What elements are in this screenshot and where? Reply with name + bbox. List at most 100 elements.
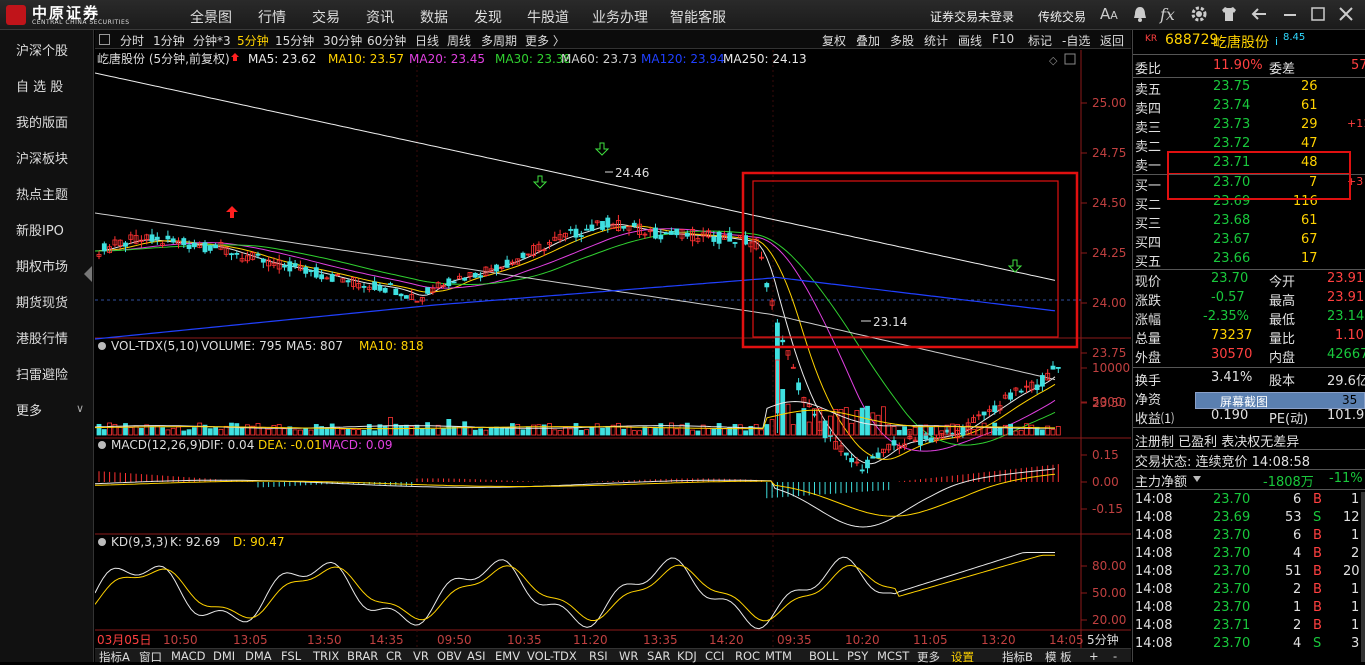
toolbar-button[interactable]: 返回 — [1100, 32, 1124, 49]
formula-icon[interactable]: fx — [1160, 5, 1175, 24]
toolbar-button[interactable]: F10 — [992, 32, 1014, 46]
shirt-icon[interactable] — [1220, 5, 1238, 27]
macd-menu-icon[interactable] — [98, 441, 106, 449]
panel-toggle-icon[interactable] — [99, 34, 110, 45]
indicator-tab[interactable]: FSL — [281, 649, 301, 663]
toolbar-button[interactable]: 多股 — [890, 32, 914, 49]
restore-icon[interactable] — [1310, 5, 1326, 27]
sidebar-item[interactable]: 沪深板块 — [16, 148, 68, 167]
trade-row[interactable]: 14:08 23.70 6 B 1 — [1133, 528, 1365, 546]
period-tab[interactable]: 30分钟 — [323, 32, 362, 49]
trade-row[interactable]: 14:08 23.70 4 B 2 — [1133, 546, 1365, 564]
indicator-tab[interactable]: 更多 — [917, 649, 940, 665]
indicator-tab[interactable]: 指标A — [99, 649, 130, 665]
indicator-tab[interactable]: MTM — [765, 649, 792, 663]
sidebar-item[interactable]: 扫雷避险 — [16, 364, 68, 383]
sidebar-item[interactable]: 新股IPO — [16, 220, 64, 239]
indicator-tab[interactable]: 窗口 — [139, 649, 162, 665]
trade-row[interactable]: 14:08 23.71 2 B 1 — [1133, 618, 1365, 636]
top-menu-item[interactable]: 行情 — [258, 7, 286, 27]
indicator-tab[interactable]: BOLL — [809, 649, 839, 663]
period-tab[interactable]: 1分钟 — [153, 32, 185, 49]
sidebar-item[interactable]: 热点主题 — [16, 184, 68, 203]
period-tab[interactable]: 日线 — [415, 32, 439, 49]
kd-menu-icon[interactable] — [98, 538, 106, 546]
toolbar-button[interactable]: 复权 — [822, 32, 846, 49]
indicator-tab[interactable]: DMA — [245, 649, 272, 663]
period-tab[interactable]: 多周期 — [481, 32, 517, 49]
vol-menu-icon[interactable] — [98, 342, 106, 350]
indicator-tab[interactable]: 指标B — [1002, 649, 1033, 665]
indicator-tab[interactable]: MACD — [171, 649, 205, 663]
trade-row[interactable]: 14:08 23.70 51 B 20 — [1133, 564, 1365, 582]
top-menu-item[interactable]: 资讯 — [366, 7, 394, 27]
trade-row[interactable]: 14:08 23.70 1 B 1 — [1133, 600, 1365, 618]
top-menu-item[interactable]: 业务办理 — [592, 7, 648, 27]
indicator-tab[interactable]: DMI — [213, 649, 235, 663]
kline-chart[interactable]: 25.0024.7524.5024.2524.0023.7523.5010000… — [94, 50, 1131, 648]
toolbar-button[interactable]: 叠加 — [856, 32, 880, 49]
sidebar-item[interactable]: 期权市场 — [16, 256, 68, 275]
trade-row[interactable]: 14:08 23.70 6 B 1 — [1133, 492, 1365, 510]
top-menu-item[interactable]: 全景图 — [190, 7, 232, 27]
sidebar-item[interactable]: 更多 — [16, 400, 42, 419]
font-size-icon[interactable]: AA — [1100, 5, 1118, 23]
trade-row[interactable]: 14:08 23.70 4 S 3 — [1133, 636, 1365, 654]
collapse-sidebar-icon[interactable] — [84, 266, 92, 282]
period-tab[interactable]: 60分钟 — [367, 32, 406, 49]
period-tab[interactable]: 分时 — [120, 32, 144, 49]
indicator-tab[interactable]: MCST — [877, 649, 909, 663]
indicator-tab[interactable]: ROC — [735, 649, 760, 663]
bell-icon[interactable] — [1132, 5, 1148, 27]
period-tab[interactable]: 更多 〉 — [525, 32, 565, 49]
sidebar-item[interactable]: 我的版面 — [16, 112, 68, 131]
close-icon[interactable] — [1338, 5, 1354, 27]
indicator-tab[interactable]: SAR — [647, 649, 670, 663]
screenshot-popup[interactable]: 屏幕截图 35 — [1195, 392, 1365, 409]
indicator-tab[interactable]: 模 板 — [1045, 649, 1072, 665]
indicator-tab[interactable]: ASI — [467, 649, 486, 663]
toolbar-button[interactable]: 画线 — [958, 32, 982, 49]
indicator-tab[interactable]: TRIX — [313, 649, 339, 663]
trade-row[interactable]: 14:08 23.69 53 S 12 — [1133, 510, 1365, 528]
add-indicator-button[interactable]: + — [1089, 649, 1099, 663]
remove-indicator-button[interactable]: - — [1113, 649, 1117, 663]
settings-icon[interactable] — [1190, 5, 1208, 27]
period-tab[interactable]: 5分钟 — [237, 32, 269, 49]
sidebar-item[interactable]: 自 选 股 — [16, 76, 63, 95]
period-tab[interactable]: 15分钟 — [275, 32, 314, 49]
trade-row[interactable]: 14:08 23.70 2 B 1 — [1133, 582, 1365, 600]
indicator-tab[interactable]: PSY — [847, 649, 868, 663]
top-menu-item[interactable]: 牛股道 — [527, 7, 569, 27]
trades-scrollbar[interactable] — [1361, 492, 1365, 662]
indicator-tab[interactable]: RSI — [589, 649, 608, 663]
indicator-tab[interactable]: CCI — [705, 649, 724, 663]
toolbar-button[interactable]: -自选 — [1062, 32, 1090, 49]
chart-area[interactable]: 25.00 24.75 24.50 24.25 24.00 23.75 23.50 10000… — [94, 50, 1131, 648]
indicator-tab[interactable]: KDJ — [677, 649, 697, 663]
toolbar-button[interactable]: 标记 — [1028, 32, 1052, 49]
sidebar-item[interactable]: 港股行情 — [16, 328, 68, 347]
period-tab[interactable]: 周线 — [447, 32, 471, 49]
indicator-tab[interactable]: CR — [386, 649, 402, 663]
indicator-tab[interactable]: VR — [413, 649, 429, 663]
more-chevron-icon[interactable]: ∨ — [76, 402, 84, 415]
top-menu-item[interactable]: 交易 — [312, 7, 340, 27]
top-menu-item[interactable]: 智能客服 — [670, 7, 726, 27]
period-tab[interactable]: 分钟*3 — [193, 32, 231, 49]
indicator-tab[interactable]: EMV — [495, 649, 520, 663]
indicator-tab[interactable]: BRAR — [347, 649, 378, 663]
top-menu-item[interactable]: 数据 — [420, 7, 448, 27]
net-inflow-toggle-icon[interactable] — [1193, 476, 1201, 482]
trade-mode-button[interactable]: 传统交易 — [1038, 8, 1086, 25]
indicator-tab[interactable]: WR — [619, 649, 638, 663]
top-menu-item[interactable]: 发现 — [474, 7, 502, 27]
zoom-diamond-icon[interactable]: ◇ — [1049, 54, 1058, 67]
sidebar-item[interactable]: 期货现货 — [16, 292, 68, 311]
indicator-tab[interactable]: OBV — [437, 649, 461, 663]
indicator-tab[interactable]: VOL-TDX — [527, 649, 577, 663]
minimize-icon[interactable] — [1282, 5, 1298, 27]
indicator-tab[interactable]: 设置 — [951, 649, 974, 665]
login-status[interactable]: 证券交易未登录 — [930, 8, 1014, 25]
sidebar-item[interactable]: 沪深个股 — [16, 40, 68, 59]
